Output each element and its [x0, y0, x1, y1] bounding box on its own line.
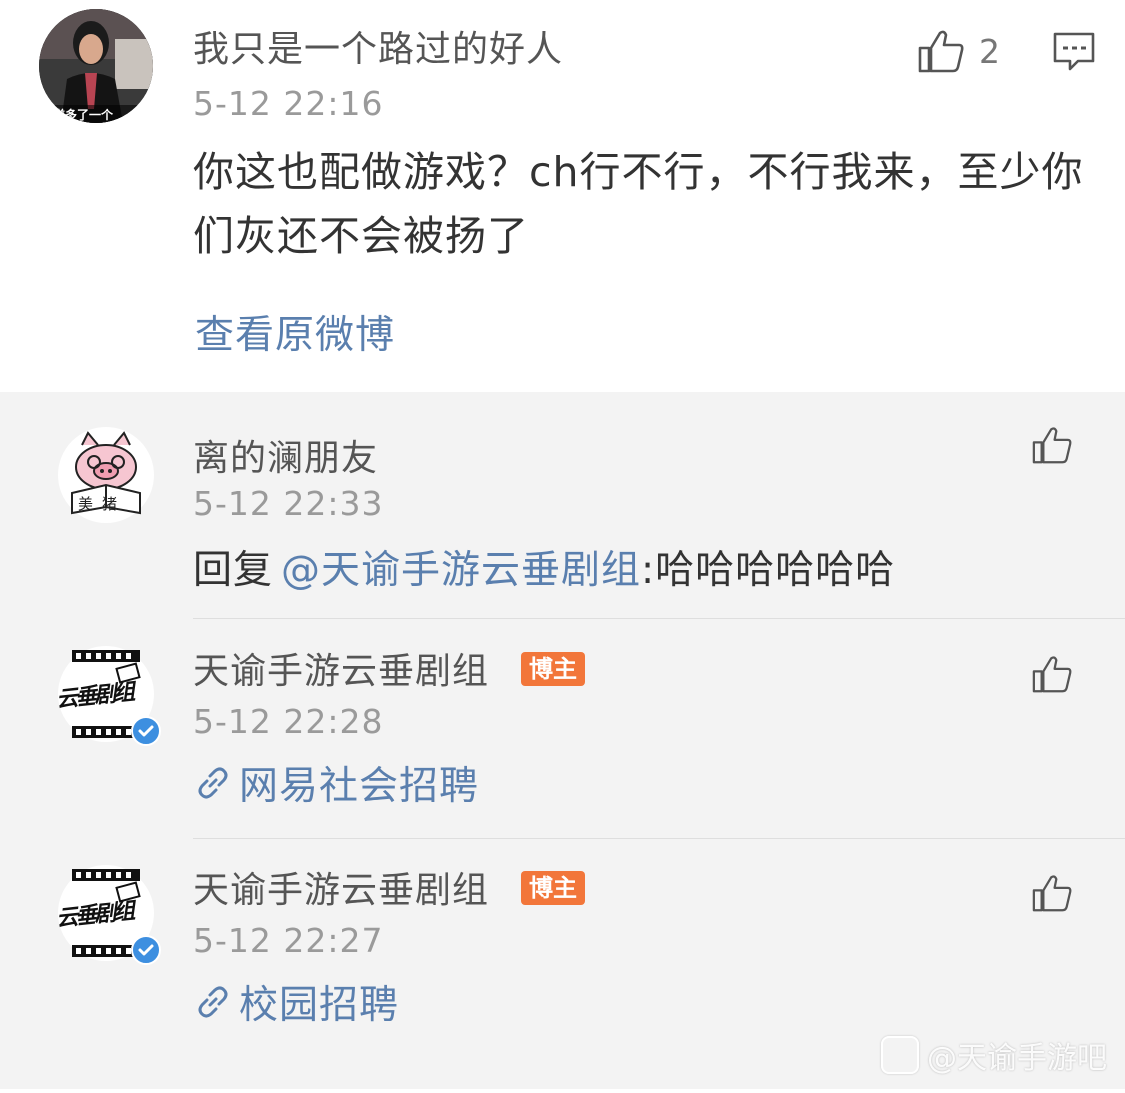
reply-list: 美猪 离的澜朋友 5-12 22:33 回复 @天谕手游云垂剧组 :哈哈哈哈哈哈	[0, 392, 1125, 1089]
reply-item: 云垂剧组 天谕手游云垂剧组 博主 5-12 22:28 网易社会招聘	[0, 619, 1125, 839]
avatar[interactable]: 云垂剧组	[55, 646, 161, 746]
author-badge: 博主	[521, 652, 585, 686]
comment-bubble-icon	[1053, 32, 1095, 71]
watermark-text: @天谕手游吧	[927, 1041, 1107, 1076]
link-item[interactable]: 校园招聘	[193, 974, 399, 1030]
username[interactable]: 天谕手游云垂剧组	[193, 642, 489, 694]
username[interactable]: 天谕手游云垂剧组	[193, 861, 489, 913]
thumbs-up-icon	[1032, 427, 1072, 464]
like-button[interactable]	[1031, 874, 1073, 912]
comment-button[interactable]	[1052, 31, 1096, 77]
link-icon	[198, 986, 228, 1018]
reply-text: 回复 @天谕手游云垂剧组 :哈哈哈哈哈哈	[193, 539, 895, 595]
avatar-caption: 美猪	[78, 495, 127, 513]
verified-check-icon	[131, 935, 161, 965]
reply-text: 网易社会招聘	[193, 755, 479, 811]
timestamp: 5-12 22:16	[193, 84, 384, 123]
watermark: @天谕手游吧	[881, 1033, 1107, 1077]
mention-link[interactable]: @天谕手游云垂剧组	[281, 539, 641, 595]
like-count: 2	[979, 31, 1000, 71]
reply-prefix: 回复	[193, 548, 274, 593]
comment-text: 你这也配做游戏？ch行不行，不行我来，至少你们灰还不会被扬了	[193, 148, 1084, 260]
like-button[interactable]: 2	[917, 29, 1000, 73]
thumbs-up-icon	[918, 30, 964, 73]
tieba-logo-icon	[881, 1036, 919, 1074]
avatar[interactable]: 美猪	[58, 427, 154, 523]
timestamp: 5-12 22:33	[193, 484, 384, 523]
avatar[interactable]: 云垂剧组	[55, 865, 161, 965]
link-text[interactable]: 网易社会招聘	[239, 755, 479, 811]
verified-check-icon	[131, 716, 161, 746]
reply-item: 美猪 离的澜朋友 5-12 22:33 回复 @天谕手游云垂剧组 :哈哈哈哈哈哈	[0, 392, 1125, 619]
like-button[interactable]	[1031, 655, 1073, 693]
author-badge: 博主	[521, 871, 585, 905]
thumbs-up-icon	[1032, 875, 1072, 912]
timestamp: 5-12 22:28	[193, 702, 384, 741]
reply-body: :哈哈哈哈哈哈	[641, 548, 896, 593]
timestamp: 5-12 22:27	[193, 921, 384, 960]
link-item[interactable]: 网易社会招聘	[193, 755, 479, 811]
link-text[interactable]: 校园招聘	[239, 974, 399, 1030]
avatar-caption: 嫌多了一个	[53, 108, 114, 122]
username[interactable]: 我只是一个路过的好人	[193, 20, 563, 72]
avatar[interactable]: 嫌多了一个	[39, 9, 153, 123]
like-button[interactable]	[1031, 426, 1073, 464]
view-original-link[interactable]: 查看原微博	[195, 304, 395, 360]
reply-item: 云垂剧组 天谕手游云垂剧组 博主 5-12 22:27 校园招聘	[0, 838, 1125, 1057]
link-icon	[198, 767, 228, 799]
thumbs-up-icon	[1032, 656, 1072, 693]
username[interactable]: 离的澜朋友	[193, 429, 378, 481]
main-comment: 嫌多了一个 我只是一个路过的好人 5-12 22:16 2 你这也配做游戏？ch…	[0, 0, 1125, 392]
reply-text: 校园招聘	[193, 974, 399, 1030]
